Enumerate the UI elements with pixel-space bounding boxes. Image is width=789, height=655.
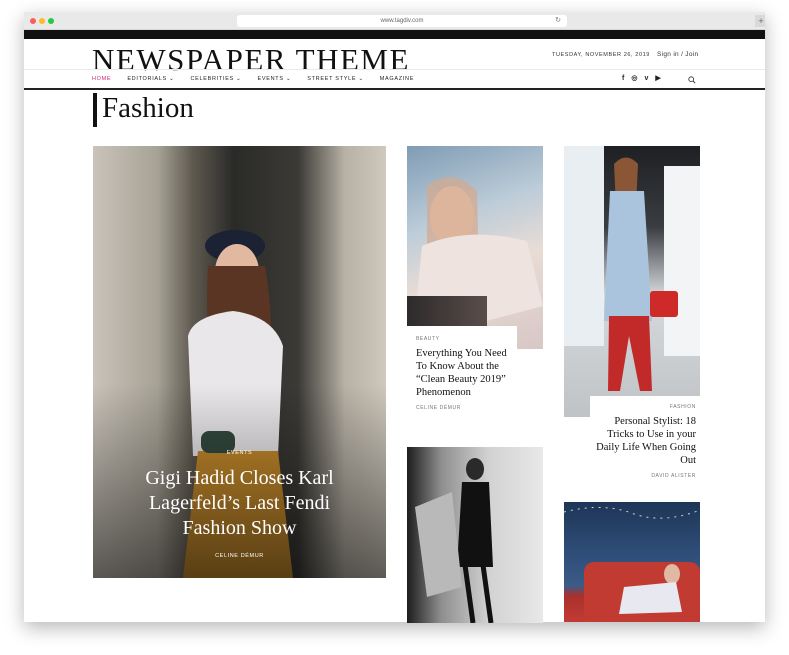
plus-icon[interactable]: + — [755, 15, 765, 27]
reload-icon[interactable]: ↻ — [555, 15, 561, 27]
street-style-model-image — [564, 146, 700, 391]
article-text-box: BEAUTY Everything You Need To Know About… — [407, 326, 517, 430]
nav-item-magazine[interactable]: MAGAZINE — [380, 76, 414, 82]
signin-link[interactable]: Sign in / Join — [657, 51, 698, 58]
search-icon[interactable] — [688, 76, 696, 84]
address-bar-text: www.tagdiv.com — [380, 18, 424, 24]
chevron-down-icon: ⌄ — [285, 76, 292, 82]
maximize-window-button[interactable] — [48, 18, 54, 24]
featured-category[interactable]: EVENTS — [93, 450, 386, 456]
nav-label: STREET STYLE — [307, 76, 357, 82]
article-author[interactable]: CELINE DÉMUR — [416, 405, 517, 411]
article-category[interactable]: FASHION — [590, 404, 696, 410]
nav-label: CELEBRITIES — [190, 76, 234, 82]
youtube-icon[interactable]: ▶ — [655, 75, 660, 83]
article-title[interactable]: Personal Stylist: 18 Tricks to Use in yo… — [590, 415, 696, 467]
chevron-down-icon: ⌄ — [236, 76, 242, 82]
featured-author[interactable]: CELINE DÉMUR — [93, 553, 386, 559]
facebook-icon[interactable]: f — [622, 75, 624, 83]
article-card-beauty[interactable]: BEAUTY Everything You Need To Know About… — [407, 146, 543, 430]
bw-model-image — [415, 458, 494, 623]
nav-item-celebrities[interactable]: CELEBRITIES ⌄ — [190, 76, 241, 82]
social-icons: f ◎ v ▶ — [622, 75, 661, 83]
featured-title[interactable]: Gigi Hadid Closes Karl Lagerfeld’s Last … — [123, 466, 356, 541]
instagram-icon[interactable]: ◎ — [631, 75, 637, 83]
vimeo-icon[interactable]: v — [644, 75, 648, 83]
nav-item-home[interactable]: HOME — [92, 76, 111, 82]
minimize-window-button[interactable] — [39, 18, 45, 24]
article-category[interactable]: BEAUTY — [416, 336, 517, 342]
article-card-blue[interactable] — [564, 502, 700, 622]
article-card-bw[interactable] — [407, 447, 543, 623]
article-card-fashion[interactable]: FASHION Personal Stylist: 18 Tricks to U… — [564, 146, 700, 491]
chevron-down-icon: ⌄ — [169, 76, 175, 82]
main-nav: HOME EDITORIALS ⌄ CELEBRITIES ⌄ EVENTS ⌄… — [24, 69, 765, 90]
close-window-button[interactable] — [30, 18, 36, 24]
article-title[interactable]: Everything You Need To Know About the “C… — [416, 347, 517, 399]
chevron-down-icon: ⌄ — [358, 76, 364, 82]
nav-menu: HOME EDITORIALS ⌄ CELEBRITIES ⌄ EVENTS ⌄… — [92, 76, 430, 82]
nav-item-events[interactable]: EVENTS ⌄ — [257, 76, 291, 82]
nav-label: EVENTS — [257, 76, 284, 82]
address-bar[interactable]: www.tagdiv.com ↻ — [237, 15, 567, 27]
browser-chrome: www.tagdiv.com ↻ + — [24, 12, 765, 30]
featured-article-card[interactable]: EVENTS Gigi Hadid Closes Karl Lagerfeld’… — [93, 146, 386, 578]
article-text-box: FASHION Personal Stylist: 18 Tricks to U… — [590, 396, 700, 491]
nav-item-street-style[interactable]: STREET STYLE ⌄ — [307, 76, 364, 82]
nav-label: EDITORIALS — [127, 76, 167, 82]
article-author[interactable]: DAVID ALISTER — [590, 473, 696, 479]
top-black-bar — [24, 30, 765, 39]
nav-item-editorials[interactable]: EDITORIALS ⌄ — [127, 76, 174, 82]
page-title: Fashion — [93, 93, 194, 127]
sofa-model-image — [564, 506, 700, 622]
header-date: TUESDAY, NOVEMBER 26, 2019 — [552, 52, 650, 58]
